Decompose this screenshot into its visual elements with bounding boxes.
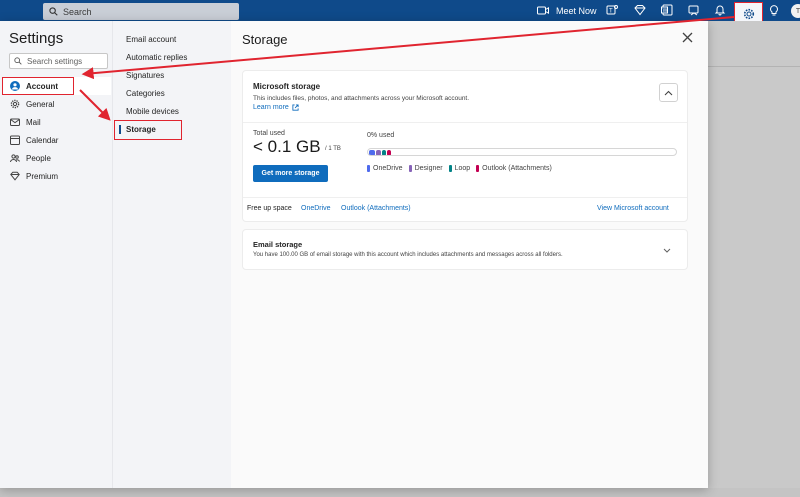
- page-title: Storage: [242, 32, 288, 47]
- settings-search-placeholder: Search settings: [27, 56, 83, 66]
- subnav-item-email-account[interactable]: Email account: [126, 35, 176, 44]
- email-storage-description: You have 100.00 GB of email storage with…: [253, 252, 563, 258]
- legend-swatch: [448, 165, 452, 172]
- total-used-value: < 0.1 GB: [253, 137, 321, 156]
- avatar[interactable]: T: [791, 4, 800, 18]
- close-icon[interactable]: [682, 32, 693, 43]
- background-divider: [708, 66, 800, 67]
- app-top-bar: Search Meet Now T W T: [0, 0, 800, 27]
- background-bottom-strip: [0, 488, 800, 497]
- storage-highlight-box: [114, 120, 182, 140]
- microsoft-storage-description: This includes files, photos, and attachm…: [253, 95, 470, 102]
- card-divider: [243, 122, 687, 123]
- collapse-button[interactable]: [659, 83, 678, 102]
- gear-icon: [10, 99, 20, 109]
- gear-icon: [743, 8, 755, 20]
- bell-icon[interactable]: [714, 4, 726, 16]
- teams-icon[interactable]: T: [606, 4, 618, 16]
- nav-item-label: General: [26, 99, 55, 109]
- legend-item-designer: Designer: [408, 165, 443, 172]
- chevron-down-icon[interactable]: [663, 248, 671, 253]
- nav-item-label: Mail: [26, 117, 41, 127]
- nav-item-label: Premium: [26, 171, 59, 181]
- subnav-item-mobile-devices[interactable]: Mobile devices: [126, 107, 179, 116]
- get-more-storage-button[interactable]: Get more storage: [253, 165, 328, 182]
- settings-title: Settings: [9, 30, 64, 47]
- total-used-label: Total used: [253, 130, 285, 137]
- usage-segment-outlook: [387, 150, 391, 155]
- chevron-up-icon: [664, 90, 673, 95]
- nav-item-premium[interactable]: Premium: [3, 167, 111, 185]
- nav-item-mail[interactable]: Mail: [3, 113, 111, 131]
- legend-swatch: [476, 165, 480, 172]
- top-search-box[interactable]: Search: [43, 3, 239, 20]
- svg-text:W: W: [663, 8, 668, 14]
- learn-more-link[interactable]: Learn more: [253, 104, 299, 111]
- microsoft-storage-card: Microsoft storage This includes files, p…: [242, 70, 688, 222]
- subnav-item-categories[interactable]: Categories: [126, 89, 165, 98]
- legend-swatch: [408, 165, 412, 172]
- people-icon: [10, 154, 20, 163]
- storage-legend: OneDrive Designer Loop Outlook (Attachme…: [367, 165, 558, 172]
- storage-usage-bar: [367, 148, 677, 156]
- legend-label: Designer: [414, 165, 443, 172]
- card-divider: [243, 197, 687, 198]
- settings-search-input[interactable]: Search settings: [9, 53, 108, 69]
- meet-now-button[interactable]: Meet Now: [537, 0, 597, 21]
- diamond-icon[interactable]: [634, 4, 646, 16]
- meet-now-label: Meet Now: [556, 5, 597, 16]
- search-icon: [49, 7, 58, 16]
- compose-icon[interactable]: [688, 4, 700, 16]
- email-storage-card[interactable]: Email storage You have 100.00 GB of emai…: [242, 229, 688, 270]
- usage-segment-designer: [376, 150, 381, 155]
- settings-dialog: Settings Search settings Account General…: [0, 21, 708, 488]
- usage-segment-loop: [382, 150, 386, 155]
- nav-item-label: Calendar: [26, 135, 59, 145]
- subnav-item-signatures[interactable]: Signatures: [126, 71, 164, 80]
- nav-item-people[interactable]: People: [3, 149, 111, 167]
- free-up-onedrive-link[interactable]: OneDrive: [301, 205, 331, 212]
- nav-item-label: People: [26, 153, 51, 163]
- storage-capacity: / 1 TB: [325, 146, 341, 152]
- calendar-icon: [10, 135, 20, 145]
- email-storage-title: Email storage: [253, 240, 303, 249]
- storage-content-pane: Storage Microsoft storage This includes …: [231, 21, 708, 488]
- legend-item-loop: Loop: [448, 165, 471, 172]
- account-highlight-box: [2, 77, 74, 95]
- nav-item-calendar[interactable]: Calendar: [3, 131, 111, 149]
- legend-swatch: [367, 165, 370, 172]
- legend-item-outlook: Outlook (Attachments): [476, 165, 552, 172]
- legend-label: Outlook (Attachments): [482, 165, 552, 172]
- svg-text:T: T: [609, 9, 613, 15]
- legend-label: OneDrive: [373, 165, 403, 172]
- legend-item-onedrive: OneDrive: [367, 165, 403, 172]
- top-search-placeholder: Search: [63, 6, 92, 17]
- word-icon[interactable]: W: [661, 4, 673, 16]
- search-icon: [14, 57, 22, 65]
- subnav-item-automatic-replies[interactable]: Automatic replies: [126, 53, 187, 62]
- nav-item-general[interactable]: General: [3, 95, 111, 113]
- mail-icon: [10, 118, 20, 126]
- external-link-icon: [292, 104, 299, 111]
- video-camera-icon: [537, 6, 549, 15]
- microsoft-storage-title: Microsoft storage: [253, 82, 321, 91]
- usage-segment-onedrive: [369, 150, 375, 155]
- background-reading-pane: [708, 21, 800, 497]
- learn-more-label: Learn more: [253, 104, 289, 111]
- lightbulb-icon[interactable]: [768, 4, 780, 16]
- free-up-space-label: Free up space: [247, 205, 292, 212]
- diamond-icon: [10, 171, 20, 181]
- percent-used: 0% used: [367, 132, 395, 139]
- legend-label: Loop: [454, 165, 471, 172]
- view-microsoft-account-link[interactable]: View Microsoft account: [597, 205, 669, 212]
- free-up-outlook-link[interactable]: Outlook (Attachments): [341, 205, 411, 212]
